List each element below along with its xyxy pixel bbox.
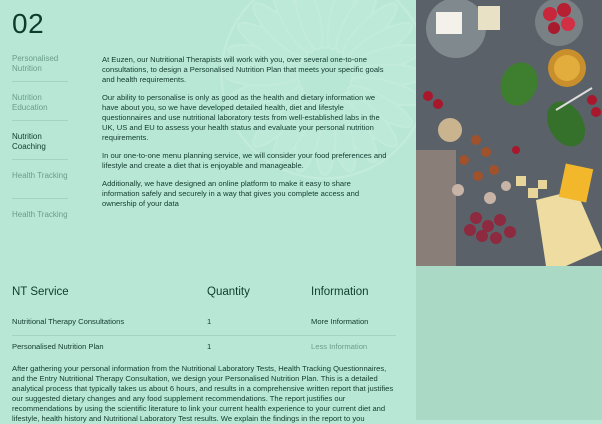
- quantity-value: 1: [207, 317, 212, 326]
- more-information-link[interactable]: More Information: [311, 317, 368, 326]
- nav-item-nutrition-coaching[interactable]: Nutrition Coaching: [12, 130, 68, 160]
- nav-item-health-tracking-2[interactable]: Health Tracking: [12, 208, 68, 238]
- less-information-link[interactable]: Less Information: [311, 342, 367, 351]
- table-row: Personalised Nutrition Plan 1 Less Infor…: [12, 336, 396, 360]
- column-header-quantity: Quantity: [207, 286, 250, 298]
- side-nav: Personalised Nutrition Nutrition Educati…: [12, 52, 68, 247]
- nav-item-nutrition-education[interactable]: Nutrition Education: [12, 91, 68, 121]
- description: At Euzen, our Nutritional Therapists wil…: [102, 55, 390, 217]
- nav-item-health-tracking[interactable]: Health Tracking: [12, 169, 68, 199]
- food-photo-illustration: [416, 0, 602, 266]
- paragraph: Our ability to personalise is only as go…: [102, 93, 380, 142]
- table-row: Nutritional Therapy Consultations 1 More…: [12, 311, 396, 336]
- service-name: Personalised Nutrition Plan: [12, 342, 104, 351]
- step-number: 02: [12, 8, 45, 39]
- plan-description: After gathering your personal informatio…: [12, 364, 394, 423]
- paragraph: Additionally, we have designed an online…: [102, 179, 360, 208]
- paragraph: At Euzen, our Nutritional Therapists wil…: [102, 55, 384, 84]
- column-header-information: Information: [311, 286, 369, 298]
- quantity-value: 1: [207, 342, 212, 351]
- paragraph: In our one-to-one menu planning service,…: [102, 151, 387, 170]
- column-header-service: NT Service: [12, 286, 69, 298]
- food-platter-photo: [416, 0, 602, 266]
- nav-item-personalised-nutrition[interactable]: Personalised Nutrition: [12, 52, 68, 82]
- right-lower-panel: [416, 266, 602, 420]
- service-name: Nutritional Therapy Consultations: [12, 317, 125, 326]
